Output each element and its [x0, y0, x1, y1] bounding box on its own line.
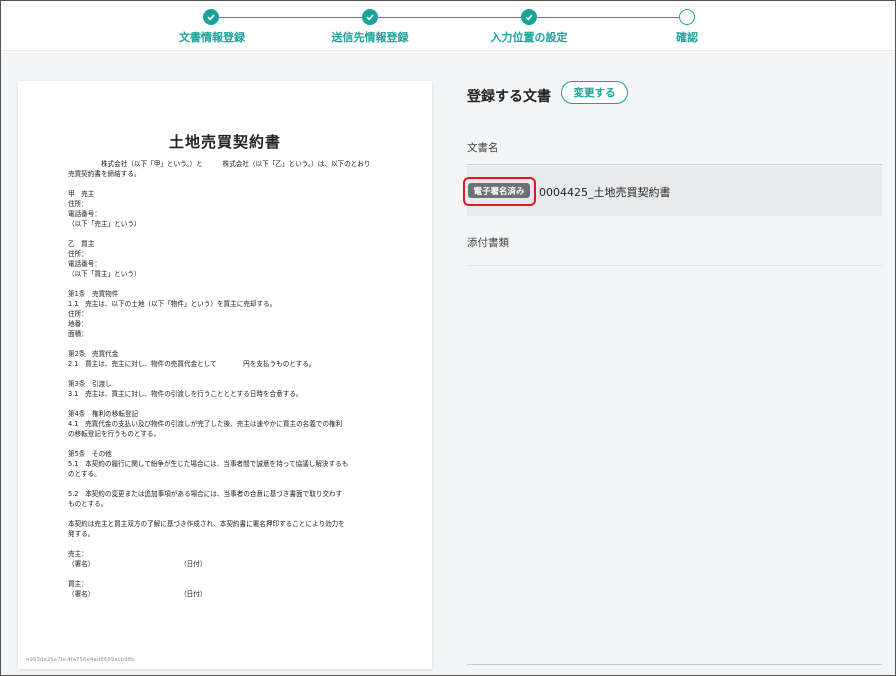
divider: [467, 265, 882, 266]
document-title: 土地売買契約書: [168, 133, 281, 151]
divider: [467, 164, 882, 165]
step-4-circle-icon: [679, 9, 695, 25]
doc-name-label: 文書名: [467, 142, 499, 154]
step-1-check-icon: [203, 9, 219, 25]
document-name: 0004425_土地売買契約書: [539, 186, 671, 199]
step-2-check-icon: [362, 9, 378, 25]
step-connector: [371, 17, 529, 18]
step-label-document-info: 文書情報登録: [179, 31, 245, 44]
document-hash: e993de25e7bc4fa756e4ad8689acb98b: [26, 657, 135, 663]
step-3-check-icon: [521, 9, 537, 25]
step-connector: [211, 17, 371, 18]
attachments-label: 添付書類: [467, 237, 509, 249]
progress-stepper: 文書情報登録 送信先情報登録 入力位置の設定 確認: [1, 1, 895, 51]
document-body: 株式会社（以下「甲」という。）と 株式会社（以下「乙」という。）は、以下のとおり…: [68, 160, 371, 598]
panel-title: 登録する文書: [467, 89, 551, 105]
step-label-confirm: 確認: [676, 31, 698, 44]
step-label-recipient-info: 送信先情報登録: [331, 31, 409, 44]
change-button[interactable]: 変更する: [561, 81, 628, 104]
e-signed-badge: 電子署名済み: [468, 183, 530, 198]
document-preview: 土地売買契約書 株式会社（以下「甲」という。）と 株式会社（以下「乙」という。）…: [18, 81, 432, 669]
divider: [467, 664, 882, 665]
step-label-input-position: 入力位置の設定: [490, 31, 568, 44]
app-frame: 文書情報登録 送信先情報登録 入力位置の設定 確認 土地売買契約書 株式会社（以…: [0, 0, 896, 676]
step-connector: [529, 17, 687, 18]
